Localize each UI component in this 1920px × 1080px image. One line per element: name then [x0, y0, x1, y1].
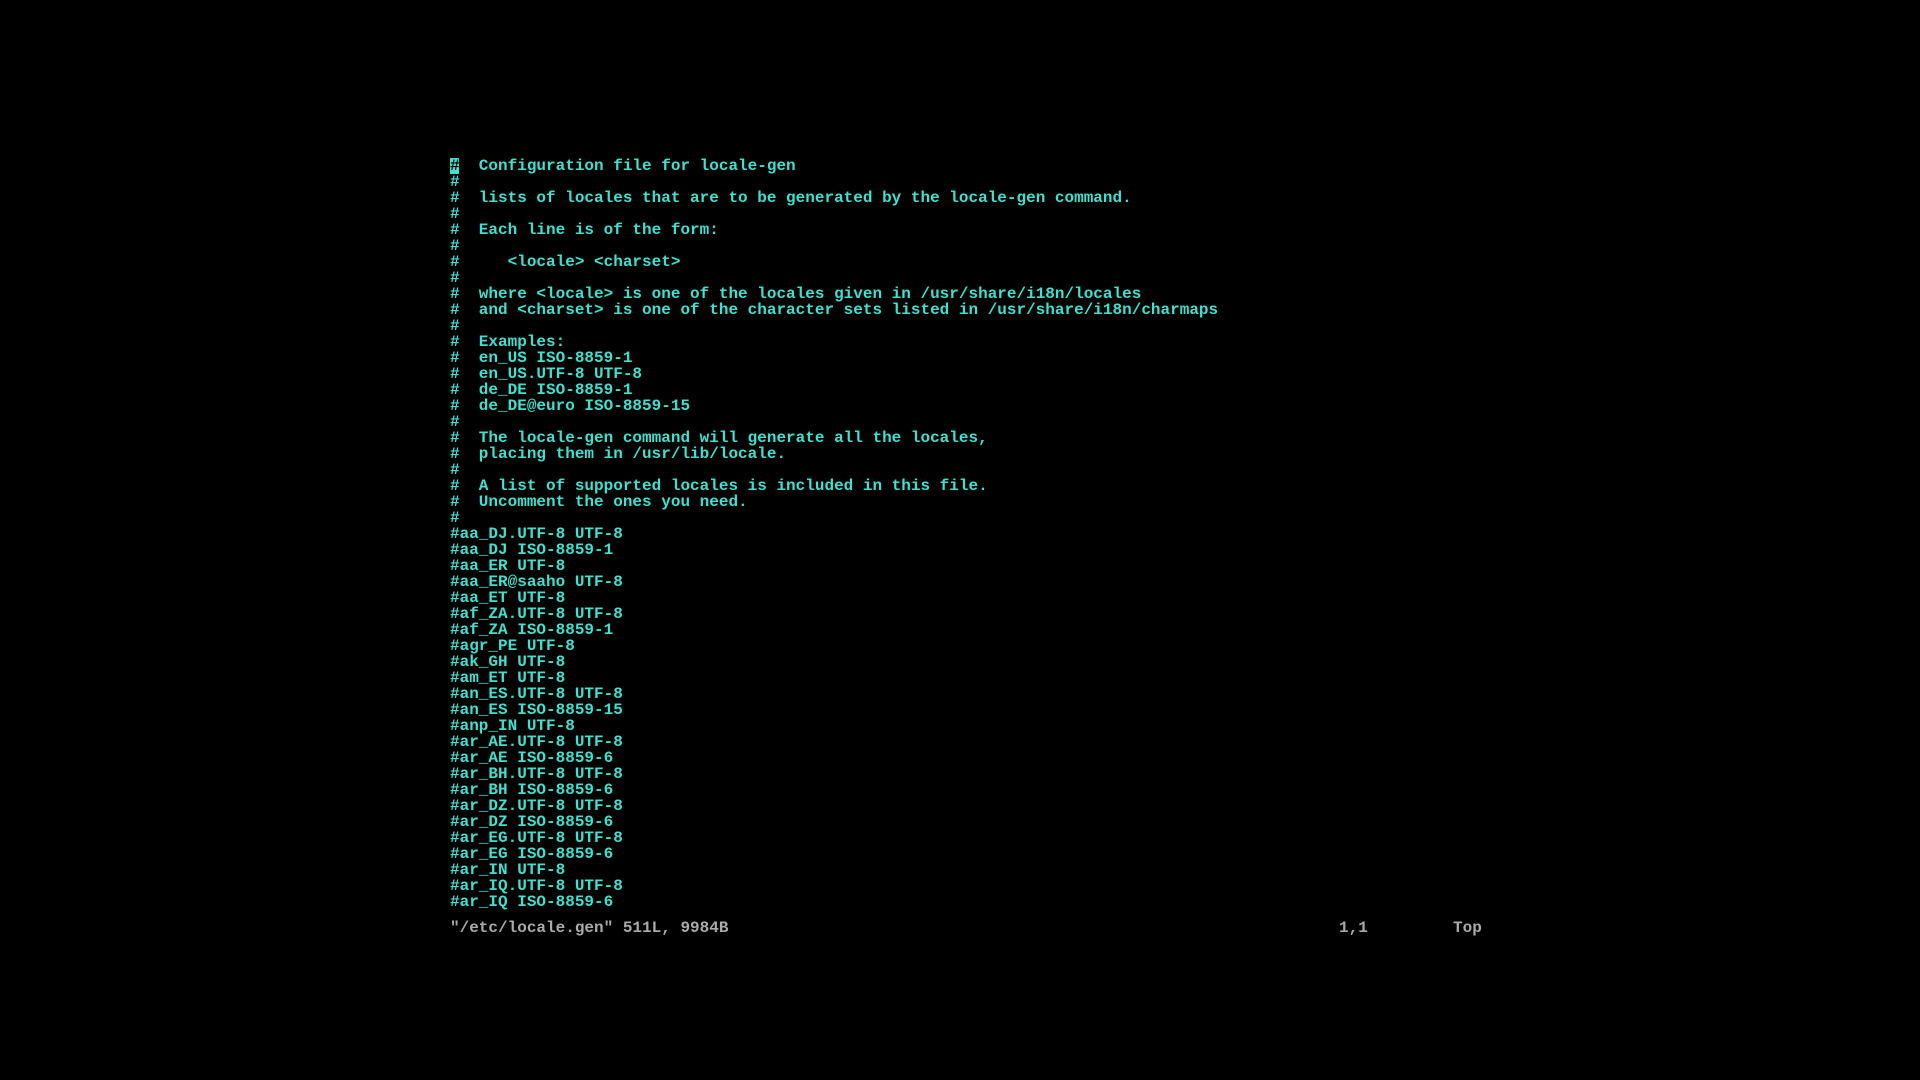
editor-line: #aa_DJ.UTF-8 UTF-8	[450, 526, 1218, 542]
editor-line: #ar_IQ.UTF-8 UTF-8	[450, 878, 1218, 894]
editor-line: #	[450, 318, 1218, 334]
editor-line: # lists of locales that are to be genera…	[450, 190, 1218, 206]
editor-line: # en_US ISO-8859-1	[450, 350, 1218, 366]
editor-line: # en_US.UTF-8 UTF-8	[450, 366, 1218, 382]
editor-line: #af_ZA ISO-8859-1	[450, 622, 1218, 638]
editor-line: #	[450, 174, 1218, 190]
editor-line: # Examples:	[450, 334, 1218, 350]
editor-line: #	[450, 206, 1218, 222]
editor-line: # The locale-gen command will generate a…	[450, 430, 1218, 446]
editor-line: #an_ES.UTF-8 UTF-8	[450, 686, 1218, 702]
editor-line: #ar_AE ISO-8859-6	[450, 750, 1218, 766]
editor-line: #	[450, 414, 1218, 430]
editor-line: # <locale> <charset>	[450, 254, 1218, 270]
editor-line: # de_DE ISO-8859-1	[450, 382, 1218, 398]
editor-line: #ar_EG.UTF-8 UTF-8	[450, 830, 1218, 846]
editor-line: #ar_IQ ISO-8859-6	[450, 894, 1218, 910]
editor-line: #ar_BH ISO-8859-6	[450, 782, 1218, 798]
editor-line: # placing them in /usr/lib/locale.	[450, 446, 1218, 462]
status-file-info: "/etc/locale.gen" 511L, 9984B	[450, 920, 728, 936]
editor-line: #aa_DJ ISO-8859-1	[450, 542, 1218, 558]
editor-line: #ar_EG ISO-8859-6	[450, 846, 1218, 862]
status-cursor-position: 1,1	[1339, 920, 1368, 936]
editor-line: #af_ZA.UTF-8 UTF-8	[450, 606, 1218, 622]
editor-line: #ak_GH UTF-8	[450, 654, 1218, 670]
editor-line: # A list of supported locales is include…	[450, 478, 1218, 494]
editor-line: #aa_ER@saaho UTF-8	[450, 574, 1218, 590]
editor-line: #ar_AE.UTF-8 UTF-8	[450, 734, 1218, 750]
text-cursor: #	[450, 158, 459, 174]
status-scroll-indicator: Top	[1453, 920, 1482, 936]
editor-line: #	[450, 238, 1218, 254]
editor-line: # and <charset> is one of the character …	[450, 302, 1218, 318]
editor-line: #anp_IN UTF-8	[450, 718, 1218, 734]
cursor-char: #	[450, 157, 460, 175]
editor-line: #	[450, 510, 1218, 526]
editor-line: #aa_ET UTF-8	[450, 590, 1218, 606]
editor-line: # Configuration file for locale-gen	[450, 158, 1218, 174]
editor-line: #	[450, 462, 1218, 478]
editor-line: # Each line is of the form:	[450, 222, 1218, 238]
editor-line: #ar_BH.UTF-8 UTF-8	[450, 766, 1218, 782]
editor-line: # where <locale> is one of the locales g…	[450, 286, 1218, 302]
editor-line: #	[450, 270, 1218, 286]
editor-line: #am_ET UTF-8	[450, 670, 1218, 686]
editor-line: #ar_DZ.UTF-8 UTF-8	[450, 798, 1218, 814]
editor-line: #an_ES ISO-8859-15	[450, 702, 1218, 718]
editor-line: #aa_ER UTF-8	[450, 558, 1218, 574]
editor-line: #ar_DZ ISO-8859-6	[450, 814, 1218, 830]
editor-line: # de_DE@euro ISO-8859-15	[450, 398, 1218, 414]
editor-buffer[interactable]: # Configuration file for locale-gen## li…	[450, 158, 1218, 910]
editor-line: #agr_PE UTF-8	[450, 638, 1218, 654]
editor-line: #ar_IN UTF-8	[450, 862, 1218, 878]
editor-line: # Uncomment the ones you need.	[450, 494, 1218, 510]
